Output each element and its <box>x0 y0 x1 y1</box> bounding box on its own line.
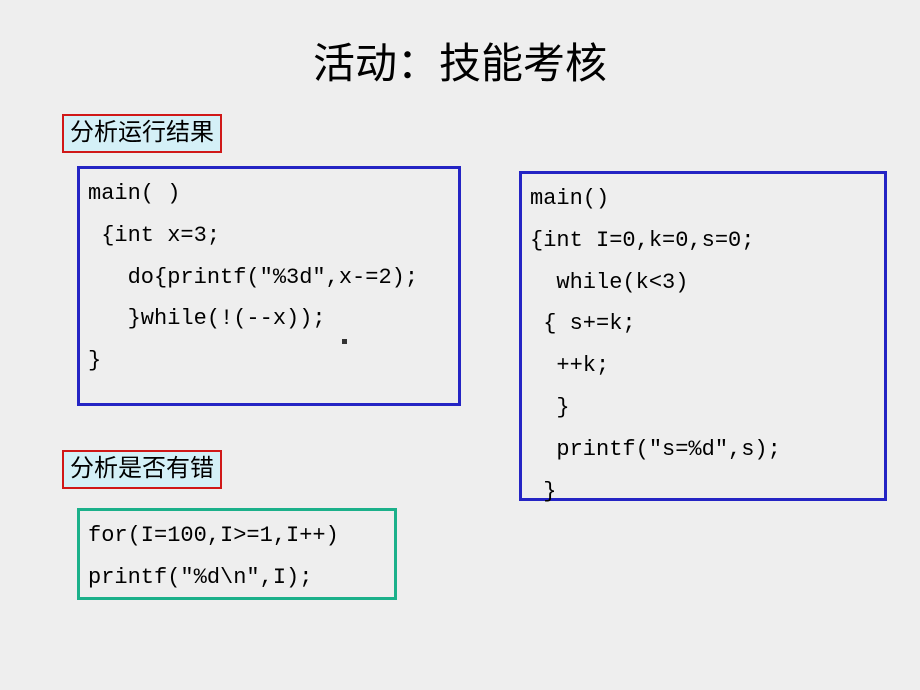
code-block-2: main() {int I=0,k=0,s=0; while(k<3) { s+… <box>519 171 887 501</box>
section-label-analyze-output: 分析运行结果 <box>62 114 222 153</box>
cursor-marker-icon <box>342 339 347 344</box>
slide-title: 活动：技能考核 <box>0 0 920 101</box>
section-label-analyze-error: 分析是否有错 <box>62 450 222 489</box>
code-block-3: for(I=100,I>=1,I++) printf("%d\n",I); <box>77 508 397 600</box>
code-block-1: main( ) {int x=3; do{printf("%3d",x-=2);… <box>77 166 461 406</box>
